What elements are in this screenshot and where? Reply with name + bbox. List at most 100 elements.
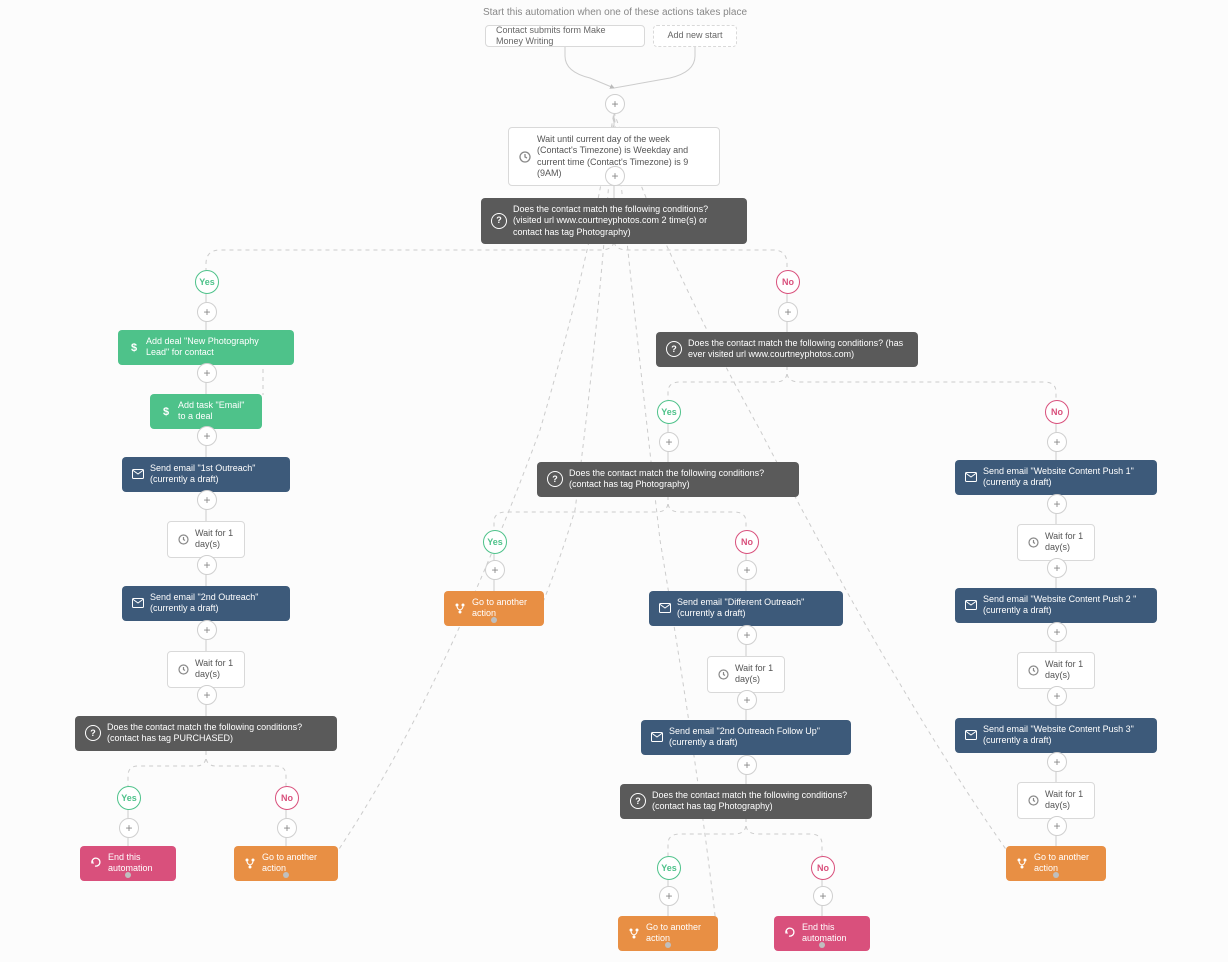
email-node-1st[interactable]: Send email "1st Outreach" (currently a d… — [122, 457, 290, 492]
add-step[interactable]: + — [1047, 752, 1067, 772]
add-step[interactable]: + — [659, 886, 679, 906]
mail-icon — [651, 732, 663, 742]
node-text: Send email "2nd Outreach Follow Up" (cur… — [669, 726, 841, 749]
add-step[interactable]: + — [778, 302, 798, 322]
email-node-different[interactable]: Send email "Different Outreach" (current… — [649, 591, 843, 626]
wait-node[interactable]: Wait for 1 day(s) — [1017, 782, 1095, 819]
add-step[interactable]: + — [605, 166, 625, 186]
trigger-start[interactable]: Contact submits form Make Money Writing — [485, 25, 645, 47]
branch-yes: Yes — [195, 270, 219, 294]
end-icon — [90, 857, 102, 869]
svg-text:$: $ — [163, 406, 169, 417]
node-text: Send email "Website Content Push 2 " (cu… — [983, 594, 1147, 617]
clock-icon — [178, 664, 189, 675]
condition-text: Does the contact match the following con… — [513, 204, 737, 238]
add-step[interactable]: + — [605, 94, 625, 114]
question-icon: ? — [547, 471, 563, 487]
add-step[interactable]: + — [197, 363, 217, 383]
add-step[interactable]: + — [1047, 494, 1067, 514]
condition-node-2[interactable]: ? Does the contact match the following c… — [656, 332, 918, 367]
node-text: Add task "Email" to a deal — [178, 400, 252, 423]
add-new-start[interactable]: Add new start — [653, 25, 737, 47]
branch-no: No — [1045, 400, 1069, 424]
condition-text: Does the contact match the following con… — [652, 790, 862, 813]
terminal-dot — [819, 942, 825, 948]
condition-text: Does the contact match the following con… — [688, 338, 908, 361]
email-node-push1[interactable]: Send email "Website Content Push 1" (cur… — [955, 460, 1157, 495]
wait-node[interactable]: Wait for 1 day(s) — [1017, 524, 1095, 561]
branch-no: No — [275, 786, 299, 810]
add-step[interactable]: + — [1047, 558, 1067, 578]
wait-node[interactable]: Wait for 1 day(s) — [167, 521, 245, 558]
clock-icon — [519, 151, 531, 163]
node-text: Wait for 1 day(s) — [195, 658, 234, 681]
add-step[interactable]: + — [197, 490, 217, 510]
add-step[interactable]: + — [1047, 622, 1067, 642]
condition-text: Does the contact match the following con… — [107, 722, 327, 745]
node-text: Go to another action — [1034, 852, 1096, 875]
condition-node-4[interactable]: ? Does the contact match the following c… — [75, 716, 337, 751]
node-text: Wait for 1 day(s) — [1045, 531, 1084, 554]
email-node-push2[interactable]: Send email "Website Content Push 2 " (cu… — [955, 588, 1157, 623]
mail-icon — [965, 472, 977, 482]
condition-node-3[interactable]: ? Does the contact match the following c… — [537, 462, 799, 497]
email-node-push3[interactable]: Send email "Website Content Push 3" (cur… — [955, 718, 1157, 753]
mail-icon — [659, 603, 671, 613]
terminal-dot — [125, 872, 131, 878]
wait-node[interactable]: Wait for 1 day(s) — [1017, 652, 1095, 689]
add-step[interactable]: + — [659, 432, 679, 452]
add-deal-node[interactable]: $ Add deal "New Photography Lead" for co… — [118, 330, 294, 365]
node-text: Go to another action — [646, 922, 708, 945]
end-icon — [784, 927, 796, 939]
add-step[interactable]: + — [1047, 686, 1067, 706]
add-step[interactable]: + — [197, 426, 217, 446]
branch-icon — [1016, 857, 1028, 869]
add-step[interactable]: + — [119, 818, 139, 838]
condition-node-5[interactable]: ? Does the contact match the following c… — [620, 784, 872, 819]
add-step[interactable]: + — [197, 685, 217, 705]
add-step[interactable]: + — [1047, 816, 1067, 836]
question-icon: ? — [666, 341, 682, 357]
add-step[interactable]: + — [737, 690, 757, 710]
add-step[interactable]: + — [197, 620, 217, 640]
node-text: Send email "Website Content Push 3" (cur… — [983, 724, 1147, 747]
mail-icon — [132, 598, 144, 608]
node-text: Wait for 1 day(s) — [735, 663, 774, 686]
branch-icon — [628, 927, 640, 939]
node-text: Go to another action — [472, 597, 534, 620]
email-node-2nd[interactable]: Send email "2nd Outreach" (currently a d… — [122, 586, 290, 621]
branch-yes: Yes — [657, 856, 681, 880]
mail-icon — [965, 730, 977, 740]
add-step[interactable]: + — [737, 625, 757, 645]
node-text: Go to another action — [262, 852, 328, 875]
node-text: Add deal "New Photography Lead" for cont… — [146, 336, 284, 359]
branch-no: No — [776, 270, 800, 294]
branch-no: No — [735, 530, 759, 554]
wait-node[interactable]: Wait for 1 day(s) — [707, 656, 785, 693]
question-icon: ? — [85, 725, 101, 741]
email-node-followup[interactable]: Send email "2nd Outreach Follow Up" (cur… — [641, 720, 851, 755]
node-text: Wait for 1 day(s) — [1045, 659, 1084, 682]
svg-text:$: $ — [131, 342, 137, 353]
add-step[interactable]: + — [485, 560, 505, 580]
node-text: Send email "Different Outreach" (current… — [677, 597, 833, 620]
add-step[interactable]: + — [197, 555, 217, 575]
add-step[interactable]: + — [197, 302, 217, 322]
branch-yes: Yes — [657, 400, 681, 424]
mail-icon — [132, 469, 144, 479]
add-step[interactable]: + — [737, 560, 757, 580]
clock-icon — [718, 669, 729, 680]
add-step[interactable]: + — [1047, 432, 1067, 452]
node-text: End this automation — [108, 852, 166, 875]
add-step[interactable]: + — [813, 886, 833, 906]
add-step[interactable]: + — [737, 755, 757, 775]
add-task-node[interactable]: $ Add task "Email" to a deal — [150, 394, 262, 429]
wait-node[interactable]: Wait for 1 day(s) — [167, 651, 245, 688]
dollar-icon: $ — [128, 341, 140, 353]
node-text: Send email "Website Content Push 1" (cur… — [983, 466, 1147, 489]
condition-node-1[interactable]: ? Does the contact match the following c… — [481, 198, 747, 244]
question-icon: ? — [630, 793, 646, 809]
add-step[interactable]: + — [277, 818, 297, 838]
clock-icon — [178, 534, 189, 545]
branch-no: No — [811, 856, 835, 880]
